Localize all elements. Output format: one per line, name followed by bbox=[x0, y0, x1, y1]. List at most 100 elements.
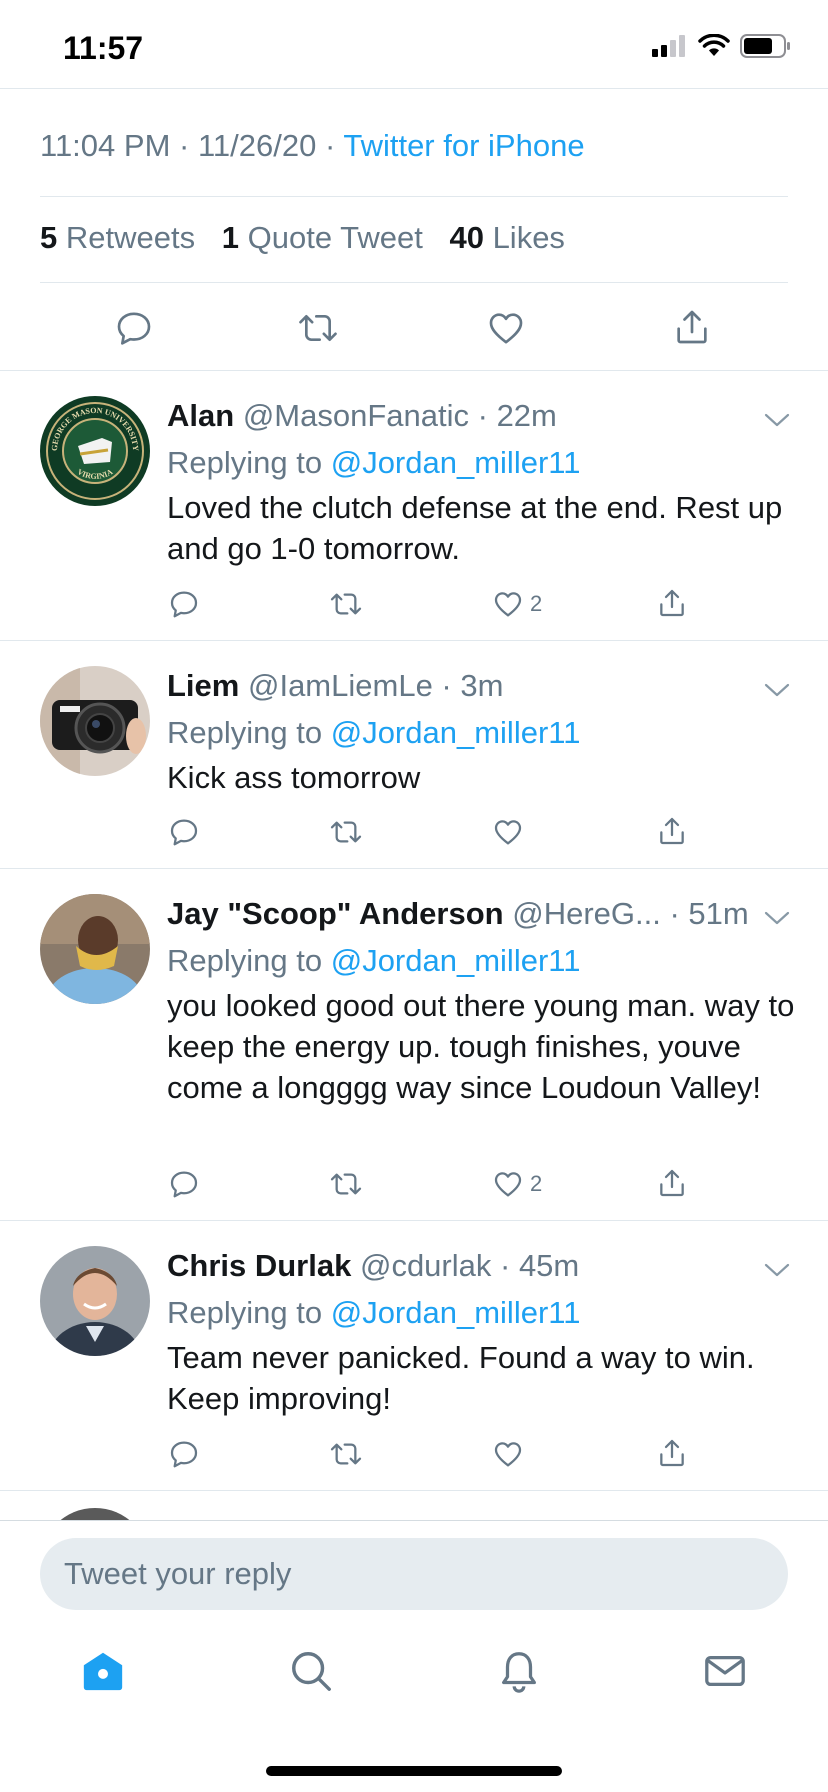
composer-divider bbox=[0, 1520, 828, 1521]
share-button[interactable] bbox=[656, 586, 688, 620]
mention-link[interactable]: @Jordan_miller11 bbox=[331, 715, 581, 750]
replying-to-label: Replying to bbox=[167, 445, 323, 480]
likes-label: Likes bbox=[492, 220, 565, 255]
battery-icon bbox=[740, 34, 790, 58]
reply-composer[interactable] bbox=[40, 1538, 788, 1610]
main-like-button[interactable] bbox=[486, 308, 526, 348]
retweet-icon bbox=[330, 1173, 362, 1195]
heart-icon bbox=[494, 1172, 522, 1197]
like-button[interactable]: 2 bbox=[492, 588, 542, 620]
university-seal-icon: GEORGE MASON UNIVERSITY VIRGINIA bbox=[40, 396, 150, 506]
status-icons bbox=[652, 34, 792, 58]
tweet-source-link[interactable]: Twitter for iPhone bbox=[343, 128, 584, 163]
tweet-date: 11/26/20 bbox=[197, 128, 317, 163]
like-button[interactable] bbox=[492, 816, 530, 848]
author-name[interactable]: Alan bbox=[167, 398, 234, 433]
retweets-stat[interactable]: 5 Retweets bbox=[40, 220, 195, 255]
author-name[interactable]: Liem bbox=[167, 668, 239, 703]
author-name[interactable]: Jay "Scoop" Anderson bbox=[167, 896, 504, 931]
chevron-down-icon[interactable] bbox=[764, 412, 790, 428]
reply-input[interactable] bbox=[40, 1538, 788, 1610]
replying-to: Replying to @Jordan_miller11 bbox=[167, 445, 580, 481]
chevron-down-icon[interactable] bbox=[764, 910, 790, 926]
reply-tweet[interactable]: Chris Durlak @cdurlak · 45m Replying to … bbox=[0, 1220, 828, 1490]
author-handle[interactable]: @IamLiemLe bbox=[248, 668, 433, 703]
avatar[interactable] bbox=[40, 1246, 150, 1356]
mention-link[interactable]: @Jordan_miller11 bbox=[331, 445, 581, 480]
tab-messages[interactable] bbox=[702, 1648, 748, 1699]
avatar[interactable]: GEORGE MASON UNIVERSITY VIRGINIA bbox=[40, 396, 150, 506]
like-count: 2 bbox=[530, 591, 543, 616]
reply-button[interactable] bbox=[168, 1168, 200, 1200]
avatar bbox=[40, 1508, 150, 1520]
reply-icon bbox=[117, 312, 151, 345]
author-handle[interactable]: @MasonFanatic bbox=[243, 398, 469, 433]
mention-link[interactable]: @Jordan_miller11 bbox=[331, 1295, 581, 1330]
reply-button[interactable] bbox=[168, 1438, 200, 1470]
author-handle[interactable]: @cdurlak bbox=[360, 1248, 491, 1283]
reply-tweet[interactable]: GEORGE MASON UNIVERSITY VIRGINIA Alan @M… bbox=[0, 370, 828, 640]
chevron-down-icon[interactable] bbox=[764, 682, 790, 698]
likes-stat[interactable]: 40 Likes bbox=[449, 220, 564, 255]
meta-divider bbox=[40, 196, 788, 197]
retweets-count: 5 bbox=[40, 220, 58, 255]
status-time: 11:57 bbox=[63, 30, 144, 66]
avatar[interactable] bbox=[40, 666, 150, 776]
reply-text: Kick ass tomorrow bbox=[167, 760, 421, 795]
quotes-count: 1 bbox=[221, 220, 239, 255]
share-button[interactable] bbox=[656, 814, 688, 848]
share-button[interactable] bbox=[656, 1166, 688, 1200]
reply-text: Loved the clutch defense at the end. Res… bbox=[167, 490, 783, 566]
like-count: 2 bbox=[530, 1171, 543, 1196]
likes-count: 40 bbox=[449, 220, 484, 255]
retweet-icon bbox=[299, 315, 337, 341]
reply-header: Alan @MasonFanatic · 22m bbox=[167, 398, 557, 433]
reply-time: 22m bbox=[496, 398, 557, 433]
reply-tweet[interactable]: Liem @IamLiemLe · 3m Replying to @Jordan… bbox=[0, 640, 828, 868]
retweet-button[interactable] bbox=[328, 1168, 364, 1200]
signal-icon bbox=[652, 35, 685, 57]
chevron-down-icon[interactable] bbox=[764, 1262, 790, 1278]
retweets-label: Retweets bbox=[65, 220, 196, 255]
share-icon bbox=[660, 1169, 684, 1197]
reply-tweet[interactable]: Jay "Scoop" Anderson @HereG... · 51m Rep… bbox=[0, 868, 828, 1220]
reply-time: 51m bbox=[688, 896, 749, 931]
replying-to-label: Replying to bbox=[167, 715, 323, 750]
heart-icon bbox=[494, 592, 522, 617]
share-icon bbox=[660, 817, 684, 845]
share-icon bbox=[677, 310, 707, 344]
mention-link[interactable]: @Jordan_miller11 bbox=[331, 943, 581, 978]
tweet-timestamp: 11:04 PM · 11/26/20 · Twitter for iPhone bbox=[40, 128, 585, 163]
share-button[interactable] bbox=[656, 1436, 688, 1470]
retweet-button[interactable] bbox=[328, 1438, 364, 1470]
replying-to-label: Replying to bbox=[167, 943, 323, 978]
reply-header: Liem @IamLiemLe · 3m bbox=[167, 668, 504, 703]
retweet-button[interactable] bbox=[328, 588, 364, 620]
reply-button[interactable] bbox=[168, 588, 200, 620]
retweet-icon bbox=[330, 821, 362, 843]
heart-icon bbox=[489, 313, 523, 344]
author-name[interactable]: Chris Durlak bbox=[167, 1248, 351, 1283]
tab-home[interactable] bbox=[80, 1648, 126, 1699]
retweet-icon bbox=[330, 1443, 362, 1465]
header-divider bbox=[0, 88, 828, 89]
main-reply-button[interactable] bbox=[114, 308, 154, 348]
quotes-stat[interactable]: 1 Quote Tweet bbox=[222, 220, 423, 255]
like-button[interactable] bbox=[492, 1438, 530, 1470]
main-share-button[interactable] bbox=[672, 306, 712, 348]
mail-icon bbox=[705, 1655, 745, 1687]
stats-divider bbox=[40, 282, 788, 283]
home-indicator[interactable] bbox=[266, 1766, 562, 1776]
tab-notifications[interactable] bbox=[496, 1648, 542, 1699]
retweet-button[interactable] bbox=[328, 816, 364, 848]
retweet-icon bbox=[330, 593, 362, 615]
reply-button[interactable] bbox=[168, 816, 200, 848]
avatar[interactable] bbox=[40, 894, 150, 1004]
author-handle[interactable]: @HereG... bbox=[512, 896, 661, 931]
main-retweet-button[interactable] bbox=[296, 308, 340, 348]
like-button[interactable]: 2 bbox=[492, 1168, 542, 1200]
tweet-stats: 5 Retweets 1 Quote Tweet 40 Likes bbox=[40, 220, 583, 256]
camera-photo-icon bbox=[40, 666, 150, 776]
tab-search[interactable] bbox=[288, 1648, 334, 1699]
bell-icon bbox=[502, 1652, 536, 1693]
